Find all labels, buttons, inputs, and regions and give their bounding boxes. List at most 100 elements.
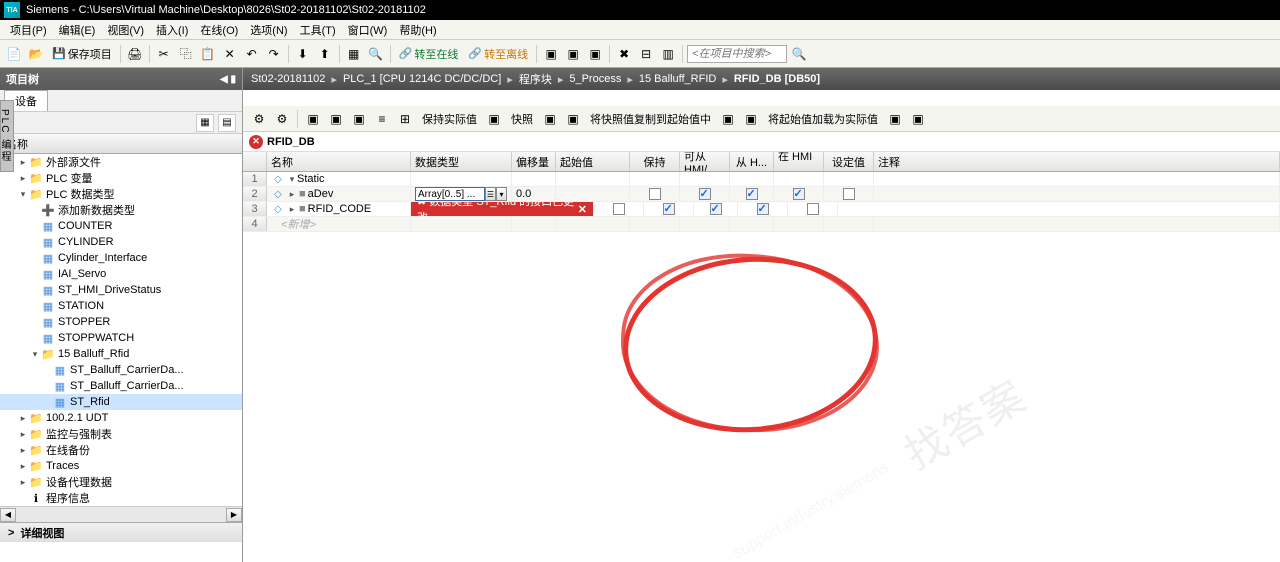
type-dropdown-icon[interactable]: ▾ [496, 187, 507, 201]
col-hmiin[interactable]: 可从 HMI/... [680, 152, 730, 171]
db-tb-7[interactable]: ⊞ [395, 109, 415, 129]
print-icon[interactable]: 🖨 [125, 44, 145, 64]
tree-item[interactable]: ▸📁Traces [0, 458, 242, 474]
keep-actual-button[interactable]: 保持实际值 [418, 109, 481, 129]
checkbox[interactable] [663, 203, 675, 215]
tree-item[interactable]: ▦STATION [0, 298, 242, 314]
expand-icon[interactable]: ▸ [18, 429, 28, 440]
bc-process[interactable]: 5_Process [569, 73, 621, 85]
search-go-icon[interactable]: 🔍 [789, 44, 809, 64]
project-tree[interactable]: ▸📁外部源文件▸📁PLC 变量▾📁PLC 数据类型➕添加新数据类型▦COUNTE… [0, 154, 242, 506]
col-setval[interactable]: 设定值 [824, 152, 874, 171]
tree-item[interactable]: ▦IAI_Servo [0, 266, 242, 282]
tree-item[interactable]: ▾📁PLC 数据类型 [0, 186, 242, 202]
expand-icon[interactable]: ▸ [18, 461, 28, 472]
undo-icon[interactable]: ↶ [242, 44, 262, 64]
expand-icon[interactable]: ▸ [18, 413, 28, 424]
upload-icon[interactable]: ⬆ [315, 44, 335, 64]
tree-item[interactable]: ▦CYLINDER [0, 234, 242, 250]
col-start[interactable]: 起始值 [556, 152, 630, 171]
row-expand-icon[interactable]: ▸ [287, 204, 297, 215]
db-tb-8[interactable]: ▣ [484, 109, 504, 129]
tree-view-icon[interactable]: ▦ [196, 114, 214, 132]
checkbox[interactable] [757, 203, 769, 215]
tree-item[interactable]: ▸📁外部源文件 [0, 154, 242, 170]
checkbox[interactable] [613, 203, 625, 215]
open-project-icon[interactable]: 📂 [26, 44, 46, 64]
save-project-button[interactable]: 💾 保存项目 [48, 44, 116, 64]
redo-icon[interactable]: ↷ [264, 44, 284, 64]
download-icon[interactable]: ⬇ [293, 44, 313, 64]
checkbox[interactable] [699, 188, 711, 200]
bc-rfid-folder[interactable]: 15 Balluff_RFID [639, 73, 716, 85]
tree-item[interactable]: ▦COUNTER [0, 218, 242, 234]
cut-icon[interactable]: ✂ [154, 44, 174, 64]
checkbox[interactable] [649, 188, 661, 200]
snapshot-button[interactable]: 快照 [507, 109, 537, 129]
menu-options[interactable]: 选项(N) [244, 20, 293, 40]
tb-icon-3[interactable]: ▣ [585, 44, 605, 64]
tree-item[interactable]: ▸📁在线备份 [0, 442, 242, 458]
tb-icon-1[interactable]: ▣ [541, 44, 561, 64]
tree-item[interactable]: ▸📁100.2.1 UDT [0, 410, 242, 426]
table-row[interactable]: 3◇▸■RFID_CODE✖ 数据类型 ST_Rfid 的接口已更改。✕ [243, 202, 1280, 217]
menu-project[interactable]: 项目(P) [4, 20, 53, 40]
tree-expand-icon[interactable]: ▤ [218, 114, 236, 132]
load-start-button[interactable]: 将起始值加载为实际值 [764, 109, 882, 129]
db-tb-13[interactable]: ▣ [885, 109, 905, 129]
table-row[interactable]: 4<新增> [243, 217, 1280, 232]
tree-item[interactable]: ▸📁设备代理数据 [0, 474, 242, 490]
close-error-icon[interactable]: ✕ [578, 203, 587, 216]
expand-icon[interactable]: ▸ [18, 477, 28, 488]
row-expand-icon[interactable]: ▾ [287, 174, 297, 185]
col-hmi[interactable]: 从 H... [730, 152, 774, 171]
new-project-icon[interactable]: 📄 [4, 44, 24, 64]
window-icon[interactable]: ▥ [658, 44, 678, 64]
row-expand-icon[interactable]: ▸ [287, 189, 297, 200]
compile-icon[interactable]: ▦ [344, 44, 364, 64]
type-list-icon[interactable]: ☰ [485, 187, 496, 201]
db-tb-2[interactable]: ⚙ [272, 109, 292, 129]
db-tb-1[interactable]: ⚙ [249, 109, 269, 129]
type-input[interactable] [415, 187, 485, 201]
detail-view-header[interactable]: > 详细视图 [0, 522, 242, 542]
db-tb-9[interactable]: ▣ [540, 109, 560, 129]
go-offline-button[interactable]: 🔗 转至离线 [464, 44, 532, 64]
col-keep[interactable]: 保持 [630, 152, 680, 171]
menu-window[interactable]: 窗口(W) [342, 20, 394, 40]
copy-icon[interactable]: ⿻ [176, 44, 196, 64]
col-name[interactable]: 名称 [267, 152, 411, 171]
menu-tools[interactable]: 工具(T) [294, 20, 342, 40]
tree-item[interactable]: ➕添加新数据类型 [0, 202, 242, 218]
table-row[interactable]: 1◇▾Static [243, 172, 1280, 187]
db-tb-4[interactable]: ▣ [326, 109, 346, 129]
tree-hscroll[interactable]: ◀ ▶ [0, 506, 242, 522]
search-tb-icon[interactable]: 🔍 [366, 44, 386, 64]
tree-item[interactable]: ▾📁15 Balluff_Rfid [0, 346, 242, 362]
tree-item[interactable]: ▦STOPPWATCH [0, 330, 242, 346]
expand-detail-icon[interactable]: > [8, 527, 14, 539]
menu-help[interactable]: 帮助(H) [393, 20, 442, 40]
layout-icon[interactable]: ⊟ [636, 44, 656, 64]
expand-icon[interactable]: ▸ [18, 445, 28, 456]
checkbox[interactable] [746, 188, 758, 200]
scroll-right-icon[interactable]: ▶ [226, 508, 242, 522]
col-offset[interactable]: 偏移量 [512, 152, 556, 171]
expand-icon[interactable]: ▾ [18, 189, 28, 200]
expand-icon[interactable]: ▾ [30, 349, 40, 360]
side-tab-plc[interactable]: PLC 编程 [0, 100, 14, 172]
tree-item[interactable]: ▦ST_HMI_DriveStatus [0, 282, 242, 298]
db-tb-14[interactable]: ▣ [908, 109, 928, 129]
checkbox[interactable] [843, 188, 855, 200]
menu-online[interactable]: 在线(O) [194, 20, 244, 40]
tree-item[interactable]: ℹ程序信息 [0, 490, 242, 506]
expand-icon[interactable]: ▸ [18, 173, 28, 184]
tree-item[interactable]: ▦ST_Balluff_CarrierDa... [0, 378, 242, 394]
tree-item[interactable]: ▦Cylinder_Interface [0, 250, 242, 266]
expand-icon[interactable]: ▸ [18, 157, 28, 168]
paste-icon[interactable]: 📋 [198, 44, 218, 64]
menu-insert[interactable]: 插入(I) [150, 20, 194, 40]
tree-item[interactable]: ▦ST_Rfid [0, 394, 242, 410]
db-tb-11[interactable]: ▣ [718, 109, 738, 129]
table-row[interactable]: 2◇▸■aDev☰▾0.0 [243, 187, 1280, 202]
